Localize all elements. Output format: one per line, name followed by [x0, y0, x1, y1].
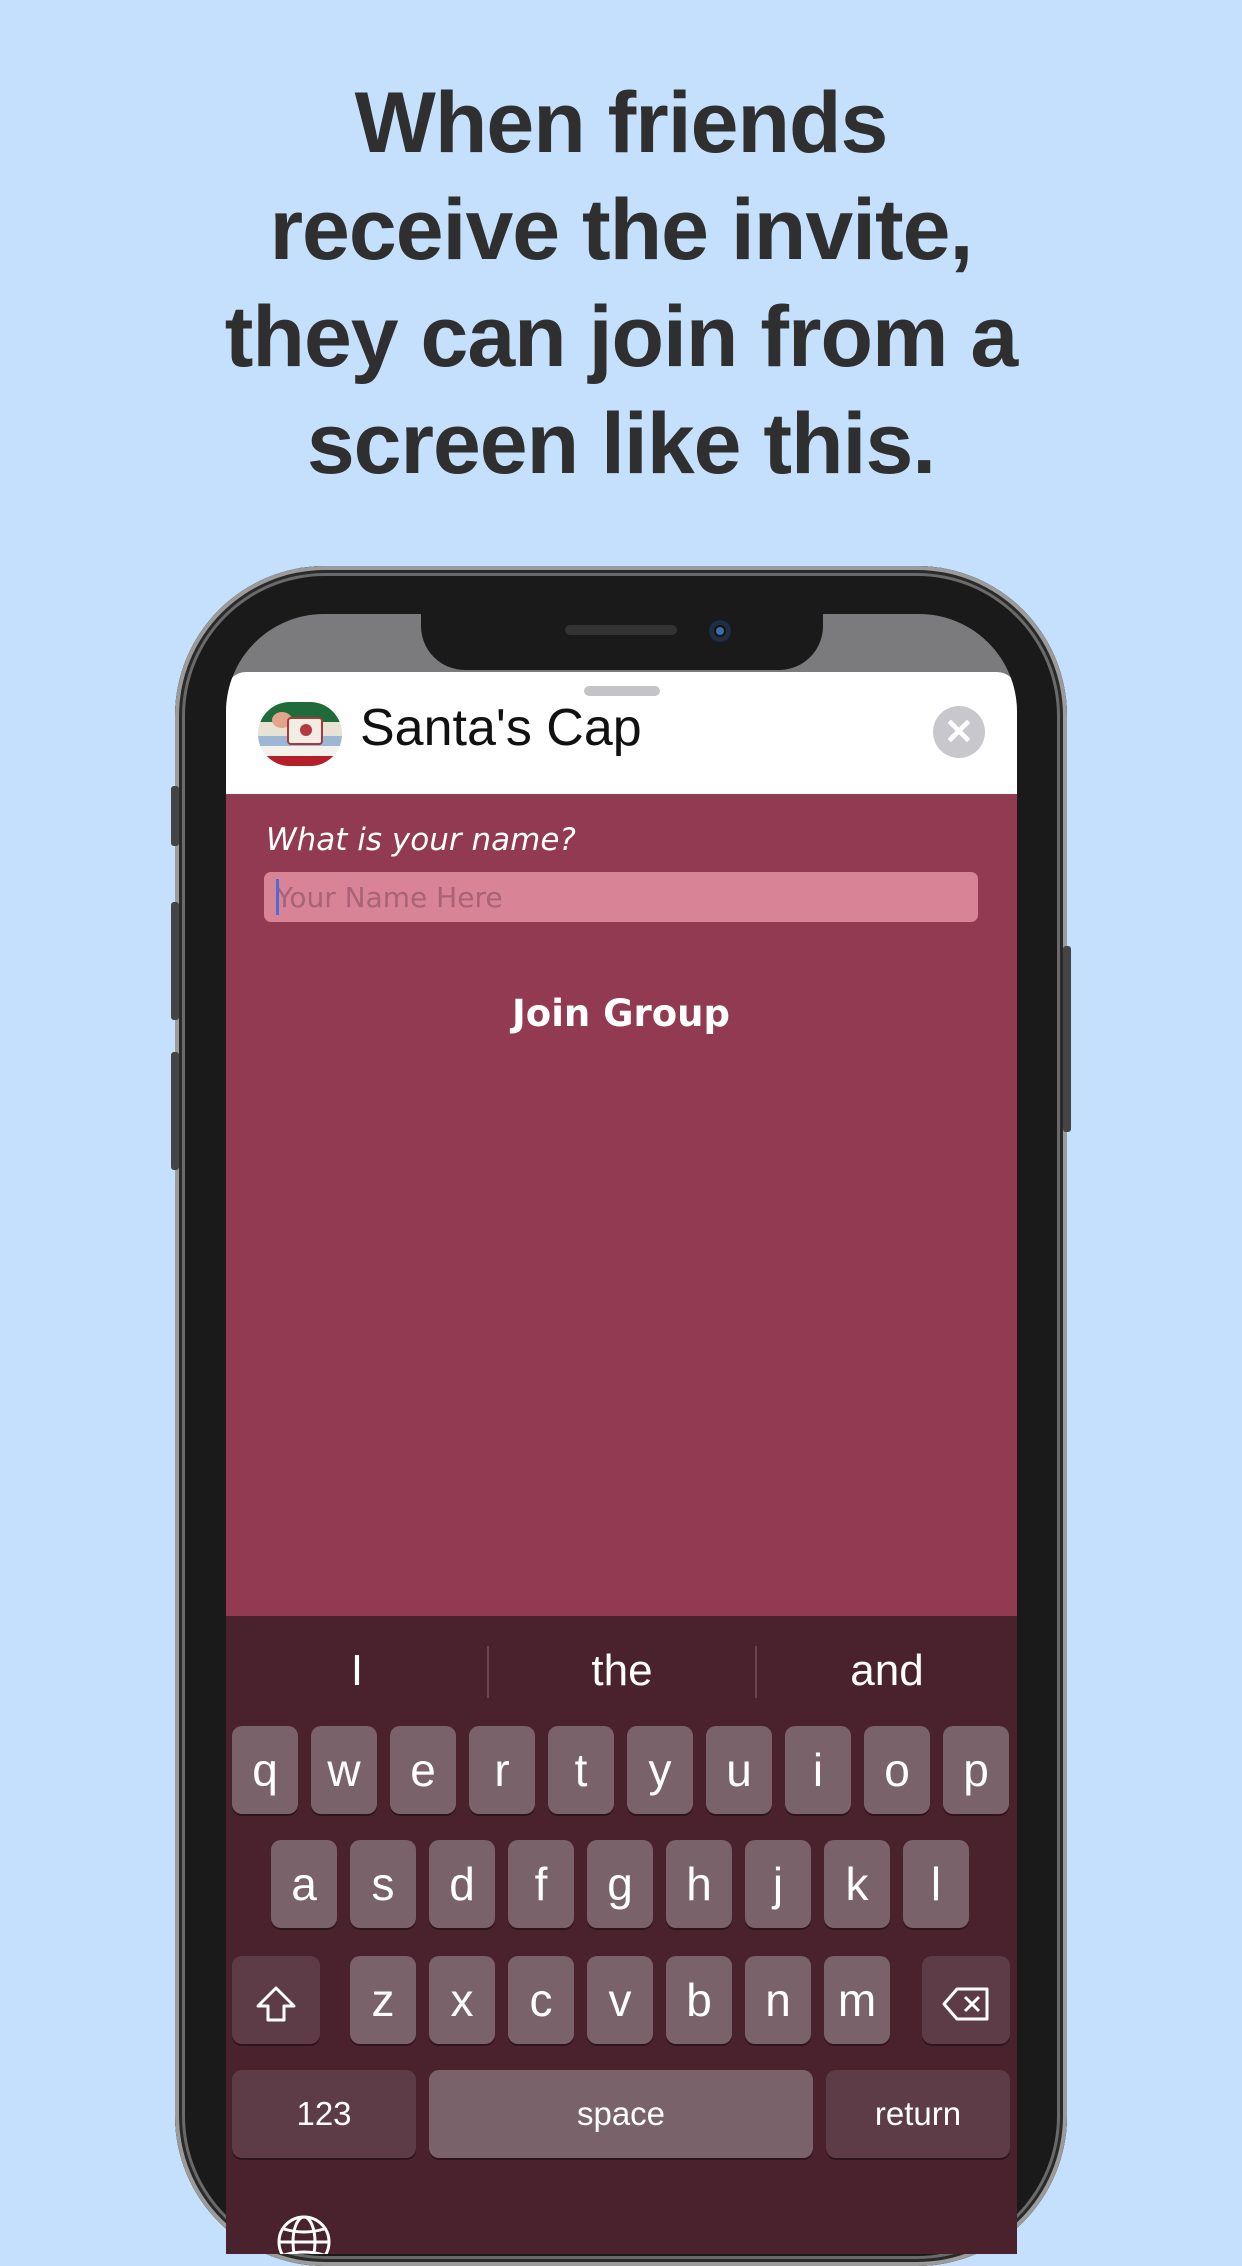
phone-notch [421, 612, 823, 670]
delete-key[interactable] [922, 1956, 1010, 2044]
suggestion-1[interactable]: I [226, 1616, 488, 1726]
key-g[interactable]: g [587, 1840, 653, 1928]
phone-speaker [565, 625, 677, 635]
key-j[interactable]: j [745, 1840, 811, 1928]
join-group-button[interactable]: Join Group [471, 984, 771, 1044]
shift-key[interactable] [232, 1956, 320, 2044]
key-e[interactable]: e [390, 1726, 456, 1814]
santas-cap-app-icon [258, 702, 342, 766]
close-button[interactable]: ✕ [933, 706, 985, 758]
name-label: What is your name? [266, 822, 576, 858]
sheet-grabber[interactable] [584, 686, 660, 696]
phone-volume-down [171, 1052, 179, 1170]
key-b[interactable]: b [666, 1956, 732, 2044]
name-input[interactable] [264, 872, 978, 922]
key-y[interactable]: y [627, 1726, 693, 1814]
key-x[interactable]: x [429, 1956, 495, 2044]
key-h[interactable]: h [666, 1840, 732, 1928]
key-r[interactable]: r [469, 1726, 535, 1814]
phone-power-button [1063, 946, 1071, 1132]
suggestion-3[interactable]: and [757, 1616, 1017, 1726]
headline-line-1: When friends [354, 75, 889, 171]
join-sheet: Santa's Cap ✕ What is your name? Join Gr… [226, 672, 1017, 2254]
app-title: Santa's Cap [360, 699, 642, 757]
keyboard: I the and qwertyuiop asdfghjkl zxcvbnm 123… [226, 1616, 1017, 2254]
key-n[interactable]: n [745, 1956, 811, 2044]
key-t[interactable]: t [548, 1726, 614, 1814]
key-m[interactable]: m [824, 1956, 890, 2044]
key-p[interactable]: p [943, 1726, 1009, 1814]
key-i[interactable]: i [785, 1726, 851, 1814]
phone-screen: Santa's Cap ✕ What is your name? Join Gr… [226, 614, 1017, 2254]
key-u[interactable]: u [706, 1726, 772, 1814]
key-s[interactable]: s [350, 1840, 416, 1928]
key-k[interactable]: k [824, 1840, 890, 1928]
text-cursor [276, 879, 279, 915]
numbers-key[interactable]: 123 [232, 2070, 416, 2158]
key-q[interactable]: q [232, 1726, 298, 1814]
key-l[interactable]: l [903, 1840, 969, 1928]
key-z[interactable]: z [350, 1956, 416, 2044]
key-w[interactable]: w [311, 1726, 377, 1814]
return-key[interactable]: return [826, 2070, 1010, 2158]
key-f[interactable]: f [508, 1840, 574, 1928]
key-d[interactable]: d [429, 1840, 495, 1928]
suggestion-2[interactable]: the [489, 1616, 755, 1726]
phone-volume-up [171, 902, 179, 1020]
shift-icon [256, 1986, 296, 2022]
front-camera [709, 620, 731, 642]
suggestion-bar: I the and [226, 1616, 1017, 1726]
headline-line-2: receive the invite, [269, 182, 974, 278]
space-key[interactable]: space [429, 2070, 813, 2158]
key-a[interactable]: a [271, 1840, 337, 1928]
key-o[interactable]: o [864, 1726, 930, 1814]
headline: When friends receive the invite, they ca… [0, 70, 1242, 498]
key-v[interactable]: v [587, 1956, 653, 2044]
key-c[interactable]: c [508, 1956, 574, 2044]
headline-line-3: they can join from a [224, 289, 1018, 385]
delete-icon [942, 1987, 989, 2021]
globe-icon[interactable] [276, 2214, 332, 2254]
headline-line-4: screen like this. [306, 396, 936, 492]
phone-mute-switch [171, 786, 179, 846]
